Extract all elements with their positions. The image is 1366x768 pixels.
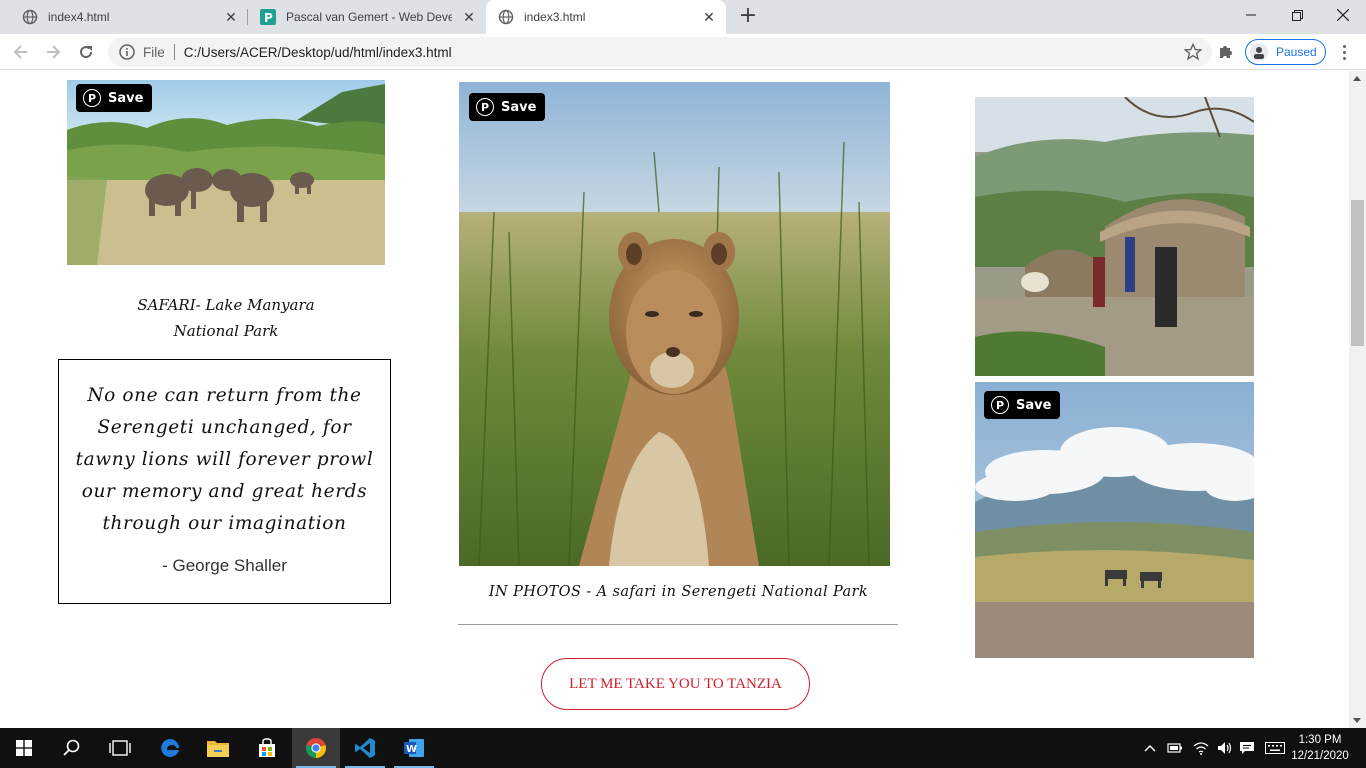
serengeti-caption: IN PHOTOS - A safari in Serengeti Nation… [488, 584, 869, 600]
restore-icon [1291, 9, 1303, 21]
pinterest-save-button[interactable]: P Save [984, 391, 1061, 419]
windows-taskbar: W 1:30 PM 12/21/2020 [0, 728, 1366, 768]
browser-toolbar: File C:/Users/ACER/Desktop/ud/html/index… [0, 34, 1366, 70]
start-button[interactable] [0, 728, 48, 768]
close-window-button[interactable] [1320, 0, 1366, 30]
vscode-taskbar-button[interactable] [341, 728, 389, 768]
search-icon [63, 739, 80, 756]
page-viewport: P Save SAFARI- Lake Manyara National Par… [0, 71, 1349, 728]
chevron-up-icon [1144, 745, 1156, 752]
village-image [975, 97, 1254, 376]
chrome-taskbar-button[interactable] [292, 728, 340, 768]
file-explorer-taskbar-button[interactable] [194, 728, 242, 768]
avatar [1250, 43, 1268, 61]
battery-tray[interactable] [1164, 728, 1186, 768]
mountain-image [975, 382, 1254, 658]
reload-icon [80, 46, 93, 59]
minimize-button[interactable] [1228, 0, 1274, 30]
close-tab-icon[interactable]: ✕ [461, 9, 477, 25]
store-icon [259, 738, 275, 757]
globe-icon [498, 9, 514, 25]
pinterest-icon: P [991, 396, 1009, 414]
tab-title: index3.html [524, 10, 586, 24]
scroll-up-arrow-icon[interactable] [1353, 76, 1361, 81]
arrow-right-icon [47, 45, 61, 59]
close-tab-icon[interactable]: ✕ [701, 9, 717, 25]
info-icon[interactable] [119, 44, 135, 60]
divider [458, 624, 898, 625]
profile-label: Paused [1276, 45, 1317, 59]
tab-pascal[interactable]: P Pascal van Gemert - Web Develo ✕ [248, 0, 486, 34]
tab-title: index4.html [48, 10, 110, 24]
close-tab-icon[interactable]: ✕ [223, 9, 239, 25]
new-tab-button[interactable]: + [736, 5, 760, 29]
url-text[interactable]: C:/Users/ACER/Desktop/ud/html/index3.htm… [184, 45, 452, 60]
quote-author: - George Shaller [162, 556, 287, 575]
page-scrollbar[interactable] [1349, 71, 1366, 728]
scrollbar-thumb[interactable] [1351, 200, 1364, 346]
search-button[interactable] [48, 728, 96, 768]
back-button[interactable] [9, 40, 33, 64]
notifications-tray[interactable] [1237, 728, 1257, 768]
globe-icon [22, 9, 38, 25]
edge-taskbar-button[interactable] [146, 728, 194, 768]
vscode-icon [355, 738, 375, 758]
quote-text: No one can return from the Serengeti unc… [75, 385, 374, 534]
bookmark-star-icon[interactable] [1184, 43, 1202, 61]
quote-card: No one can return from the Serengeti unc… [58, 359, 391, 604]
elephants-photo: P Save [67, 80, 385, 265]
file-explorer-icon [207, 741, 229, 757]
clock-date: 12/21/2020 [1291, 750, 1349, 762]
tab-index3[interactable]: index3.html ✕ [486, 0, 726, 34]
clock-time: 1:30 PM [1298, 734, 1342, 746]
store-taskbar-button[interactable] [243, 728, 291, 768]
close-icon [1337, 9, 1349, 21]
word-icon: W [404, 739, 424, 757]
message-icon [1240, 742, 1254, 754]
arrow-left-icon [13, 45, 27, 59]
task-view-icon [109, 740, 131, 756]
keyboard-tray[interactable] [1262, 728, 1288, 768]
mountain-zebras-photo: P Save [975, 382, 1254, 658]
maasai-village-photo [975, 97, 1254, 376]
show-hidden-icons-button[interactable] [1140, 728, 1160, 768]
keyboard-icon [1265, 742, 1285, 754]
lake-manyara-caption: SAFARI- Lake Manyara National Park [137, 296, 315, 340]
scheme-label: File [143, 44, 165, 60]
task-view-button[interactable] [96, 728, 144, 768]
forward-button[interactable] [41, 40, 65, 64]
volume-tray[interactable] [1214, 728, 1236, 768]
edge-icon [161, 739, 179, 757]
lion-photo: P Save [459, 82, 890, 566]
avatar-icon [1254, 47, 1264, 59]
windows-start-icon [16, 740, 32, 756]
tab-index4[interactable]: index4.html ✕ [0, 0, 248, 34]
profile-button[interactable]: Paused [1245, 39, 1326, 65]
wifi-icon [1193, 742, 1209, 755]
battery-icon [1167, 743, 1182, 753]
reload-button[interactable] [74, 40, 98, 64]
pinterest-icon: P [83, 89, 101, 107]
tab-title: Pascal van Gemert - Web Develo [286, 10, 452, 24]
system-clock[interactable]: 1:30 PM 12/21/2020 [1288, 732, 1352, 764]
lion-image [459, 82, 890, 566]
speaker-icon [1218, 742, 1232, 754]
pinterest-save-button[interactable]: P Save [469, 93, 546, 121]
svg-text:W: W [406, 744, 417, 755]
browser-menu-button[interactable] [1334, 42, 1354, 62]
tab-strip: index4.html ✕ P Pascal van Gemert - Web … [0, 0, 1366, 34]
minimize-icon [1246, 14, 1256, 16]
chrome-icon [306, 738, 326, 758]
take-me-to-tanzania-button[interactable]: LET ME TAKE YOU TO TANZIA [541, 658, 810, 710]
address-bar[interactable]: File C:/Users/ACER/Desktop/ud/html/index… [108, 37, 1212, 67]
word-taskbar-button[interactable]: W [390, 728, 438, 768]
pinterest-icon: P [476, 98, 494, 116]
restore-button[interactable] [1274, 0, 1320, 30]
extensions-puzzle-icon[interactable] [1216, 42, 1236, 62]
scroll-down-arrow-icon[interactable] [1353, 718, 1361, 723]
wifi-tray[interactable] [1190, 728, 1212, 768]
pinterest-save-button[interactable]: P Save [76, 84, 153, 112]
svg-text:P: P [264, 11, 273, 25]
p-favicon-icon: P [260, 9, 276, 25]
